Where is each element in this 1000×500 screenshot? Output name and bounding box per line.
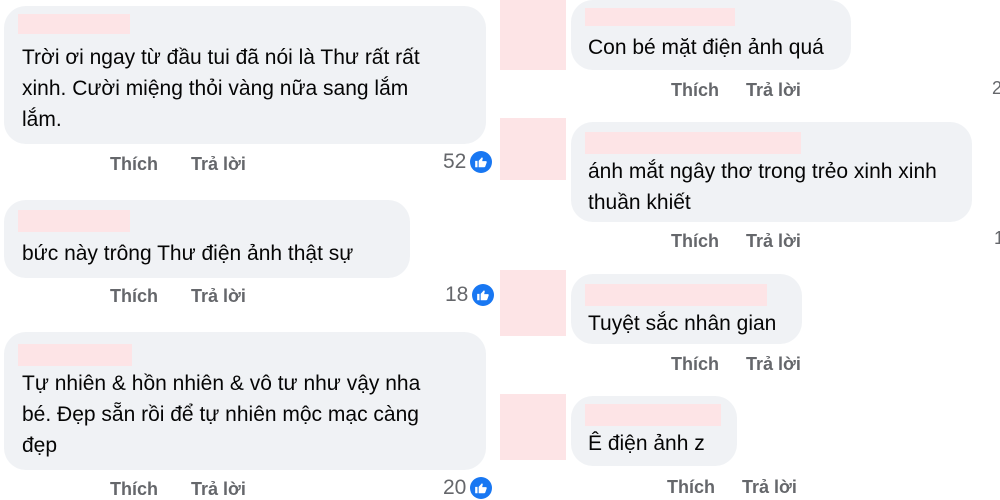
redacted-username[interactable]	[585, 132, 801, 154]
like-action[interactable]: Thích	[110, 286, 158, 307]
comment-text: Tự nhiên & hồn nhiên & vô tư như vậy nha…	[22, 372, 421, 457]
comment-bubble: Tự nhiên & hồn nhiên & vô tư như vậy nha…	[4, 332, 486, 470]
comment-bubble: Con bé mặt điện ảnh quá	[571, 0, 851, 70]
redacted-username[interactable]	[585, 404, 721, 426]
like-action[interactable]: Thích	[110, 154, 158, 175]
redacted-avatar[interactable]	[500, 394, 566, 460]
like-action[interactable]: Thích	[110, 479, 158, 500]
comment-text: Con bé mặt điện ảnh quá	[588, 36, 824, 59]
like-action[interactable]: Thích	[667, 477, 715, 498]
like-count-partial: 2	[992, 78, 1000, 98]
like-count[interactable]: 20	[443, 476, 493, 500]
reply-action[interactable]: Trả lời	[191, 479, 246, 500]
comment-bubble: ánh mắt ngây thơ trong trẻo xinh xinh th…	[571, 122, 972, 222]
redacted-avatar[interactable]	[500, 270, 566, 336]
comment-text: ánh mắt ngây thơ trong trẻo xinh xinh th…	[588, 160, 937, 214]
reply-action[interactable]: Trả lời	[746, 80, 801, 101]
redacted-username[interactable]	[18, 14, 130, 34]
reply-action[interactable]: Trả lời	[746, 354, 801, 375]
comment-text: Trời ơi ngay từ đầu tui đã nói là Thư rấ…	[22, 46, 420, 131]
redacted-username[interactable]	[18, 210, 130, 232]
thumbs-up-icon	[472, 284, 495, 306]
like-count[interactable]: 18	[445, 283, 495, 307]
comment-bubble: Ê điện ảnh z	[571, 396, 737, 466]
redacted-username[interactable]	[18, 344, 132, 366]
comment-bubble: Trời ơi ngay từ đầu tui đã nói là Thư rấ…	[4, 6, 486, 144]
thumbs-up-icon	[470, 151, 493, 173]
redacted-username[interactable]	[585, 8, 735, 26]
thumbs-up-icon	[470, 477, 493, 499]
like-count[interactable]: 52	[443, 150, 493, 174]
like-action[interactable]: Thích	[671, 231, 719, 252]
like-action[interactable]: Thích	[671, 354, 719, 375]
comment-text: bức này trông Thư điện ảnh thật sự	[22, 242, 354, 265]
reply-action[interactable]: Trả lời	[191, 154, 246, 175]
reply-action[interactable]: Trả lời	[191, 286, 246, 307]
like-action[interactable]: Thích	[671, 80, 719, 101]
redacted-username[interactable]	[585, 284, 767, 306]
reply-action[interactable]: Trả lời	[746, 231, 801, 252]
redacted-avatar[interactable]	[500, 0, 566, 70]
comment-bubble: Tuyệt sắc nhân gian	[571, 274, 802, 344]
redacted-avatar[interactable]	[500, 118, 566, 180]
comment-text: Tuyệt sắc nhân gian	[588, 312, 777, 335]
comment-text: Ê điện ảnh z	[588, 432, 705, 455]
reply-action[interactable]: Trả lời	[742, 477, 797, 498]
comment-bubble: bức này trông Thư điện ảnh thật sự	[4, 200, 410, 278]
like-count-partial: 1	[994, 228, 1000, 248]
